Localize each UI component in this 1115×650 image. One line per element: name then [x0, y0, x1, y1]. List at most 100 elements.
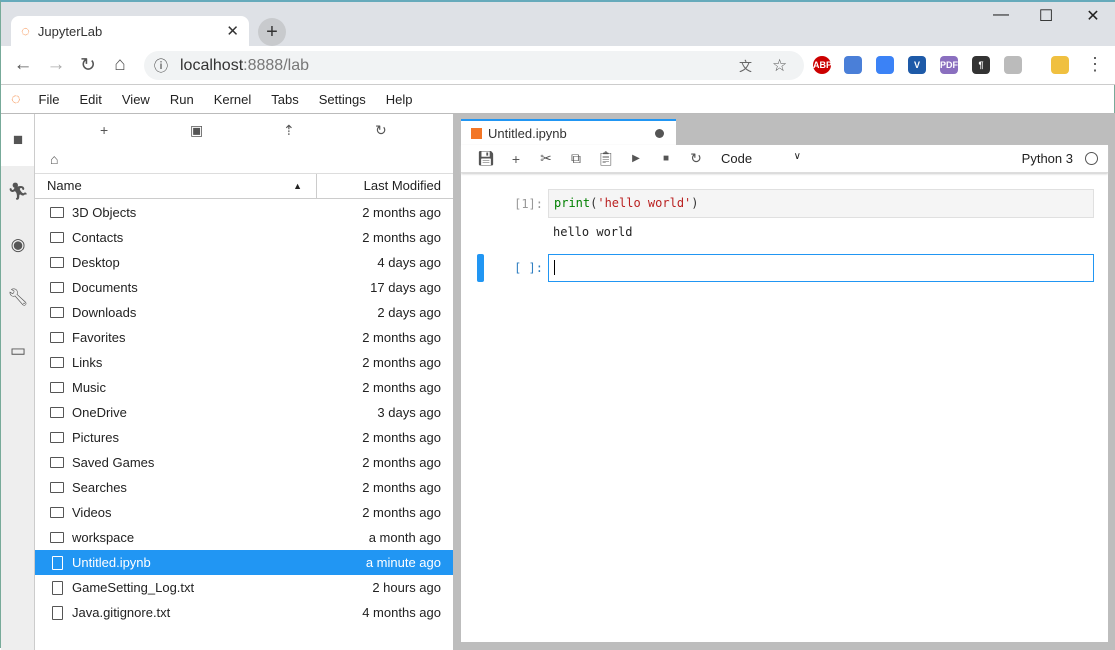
folder-icon: [50, 482, 64, 493]
insert-cell-icon[interactable]: +: [501, 151, 531, 167]
menu-settings[interactable]: Settings: [309, 92, 376, 107]
file-name: Contacts: [72, 230, 124, 245]
tabs-icon[interactable]: ▭: [7, 341, 29, 361]
menu-run[interactable]: Run: [160, 92, 204, 107]
cell-type-select[interactable]: Code ∨: [721, 151, 801, 166]
new-launcher-icon[interactable]: +: [100, 122, 108, 138]
shield-icon[interactable]: [1004, 56, 1022, 74]
file-modified: 2 months ago: [362, 205, 441, 220]
close-tab-icon[interactable]: ✕: [226, 22, 239, 40]
kernel-status-icon: [1085, 152, 1098, 165]
file-modified: 2 months ago: [362, 355, 441, 370]
file-modified: 2 hours ago: [372, 580, 441, 595]
file-modified: a minute ago: [365, 555, 441, 570]
folder-icon[interactable]: ■: [7, 130, 29, 150]
forward-icon[interactable]: →: [44, 54, 68, 76]
unsaved-indicator-icon[interactable]: [655, 128, 664, 138]
v-icon[interactable]: V: [908, 56, 926, 74]
file-list-item[interactable]: Downloads 2 days ago: [35, 300, 453, 325]
file-list-item[interactable]: Contacts 2 months ago: [35, 225, 453, 250]
save-icon[interactable]: 💾︎: [471, 150, 501, 167]
home-folder-icon[interactable]: ⌂: [50, 151, 58, 167]
file-name: Music: [72, 380, 106, 395]
menu-file[interactable]: File: [29, 92, 70, 107]
upload-icon[interactable]: ⇡: [283, 122, 295, 139]
kernel-name[interactable]: Python 3: [1022, 151, 1073, 166]
home-icon[interactable]: ⌂: [108, 54, 132, 76]
jupyter-logo-icon: ◌: [11, 90, 21, 108]
browser-menu-icon[interactable]: ⋮: [1086, 54, 1104, 75]
copy-icon[interactable]: ⧉: [561, 150, 591, 167]
menu-edit[interactable]: Edit: [69, 92, 111, 107]
close-window-icon[interactable]: ✕: [1073, 6, 1113, 26]
active-code-cell-input[interactable]: [548, 254, 1094, 282]
file-list-item[interactable]: OneDrive 3 days ago: [35, 400, 453, 425]
file-modified: 2 months ago: [362, 230, 441, 245]
folder-icon: [50, 382, 64, 393]
menu-kernel[interactable]: Kernel: [204, 92, 262, 107]
weather-icon[interactable]: [1051, 56, 1069, 74]
file-modified: 2 months ago: [362, 380, 441, 395]
notebook-tab[interactable]: Untitled.ipynb: [461, 119, 676, 145]
last-modified-column-header[interactable]: Last Modified: [317, 174, 453, 198]
file-modified: 3 days ago: [377, 405, 441, 420]
new-tab-button[interactable]: +: [258, 18, 286, 46]
paste-icon[interactable]: 📋︎: [591, 150, 621, 167]
file-name: Searches: [72, 480, 127, 495]
palette-icon[interactable]: ◉: [7, 235, 29, 255]
translate-icon[interactable]: 文: [739, 56, 752, 75]
abp-icon[interactable]: ABP: [813, 56, 832, 74]
maximize-icon[interactable]: ☐: [1026, 6, 1066, 26]
cell-output: hello world: [553, 225, 633, 239]
cell-prompt: [1]:: [514, 197, 543, 211]
menu-view[interactable]: View: [112, 92, 160, 107]
refresh-icon[interactable]: ↻: [375, 122, 387, 139]
code-cell-input[interactable]: print('hello world'): [548, 189, 1094, 218]
new-folder-icon[interactable]: ▣: [190, 122, 203, 139]
graduation-icon[interactable]: [844, 56, 862, 74]
name-column-header[interactable]: Name ▲: [35, 174, 317, 198]
notebook-toolbar: 💾︎ + ✂ ⧉ 📋︎ ▶ ■ ↻ Code ∨ Python 3: [461, 145, 1108, 173]
file-list-item[interactable]: Documents 17 days ago: [35, 275, 453, 300]
file-list-item[interactable]: Music 2 months ago: [35, 375, 453, 400]
file-name: Untitled.ipynb: [72, 555, 151, 570]
pen-icon[interactable]: [876, 56, 894, 74]
jupyter-logo-icon: ◌: [21, 22, 30, 40]
minimize-icon[interactable]: —: [981, 6, 1021, 24]
file-list-item[interactable]: GameSetting_Log.txt 2 hours ago: [35, 575, 453, 600]
restart-icon[interactable]: ↻: [681, 150, 711, 167]
file-list-item[interactable]: Untitled.ipynb a minute ago: [35, 550, 453, 575]
file-list-item[interactable]: Java.gitignore.txt 4 months ago: [35, 600, 453, 625]
file-list-item[interactable]: Links 2 months ago: [35, 350, 453, 375]
file-list-header: Name ▲ Last Modified: [35, 173, 453, 199]
file-list-item[interactable]: Favorites 2 months ago: [35, 325, 453, 350]
menu-help[interactable]: Help: [376, 92, 423, 107]
run-icon[interactable]: ▶: [621, 153, 651, 164]
pilcrow-icon[interactable]: ¶: [972, 56, 990, 74]
file-list-item[interactable]: 3D Objects 2 months ago: [35, 200, 453, 225]
wrench-icon[interactable]: 🔧︎: [7, 288, 29, 308]
file-name: Videos: [72, 505, 112, 520]
file-list-item[interactable]: Pictures 2 months ago: [35, 425, 453, 450]
file-list-item[interactable]: Saved Games 2 months ago: [35, 450, 453, 475]
folder-icon: [50, 332, 64, 343]
pdf-icon[interactable]: PDF: [940, 56, 958, 74]
url-input[interactable]: ⓘ localhost:8888/lab 文 ☆: [144, 51, 804, 80]
file-list-item[interactable]: Videos 2 months ago: [35, 500, 453, 525]
reload-icon[interactable]: ↻: [76, 54, 100, 77]
file-name: Saved Games: [72, 455, 155, 470]
file-list-item[interactable]: Searches 2 months ago: [35, 475, 453, 500]
file-modified: 2 days ago: [377, 305, 441, 320]
menu-tabs[interactable]: Tabs: [261, 92, 308, 107]
file-name: Desktop: [72, 255, 120, 270]
folder-icon: [50, 307, 64, 318]
file-name: 3D Objects: [72, 205, 137, 220]
file-list-item[interactable]: Desktop 4 days ago: [35, 250, 453, 275]
browser-tab[interactable]: ◌ JupyterLab ✕: [11, 16, 249, 46]
file-list-item[interactable]: workspace a month ago: [35, 525, 453, 550]
bookmark-star-icon[interactable]: ☆: [772, 56, 787, 76]
running-icon[interactable]: 🏃︎: [7, 182, 29, 202]
stop-icon[interactable]: ■: [651, 153, 681, 164]
back-icon[interactable]: ←: [11, 54, 35, 76]
cut-icon[interactable]: ✂: [531, 150, 561, 167]
